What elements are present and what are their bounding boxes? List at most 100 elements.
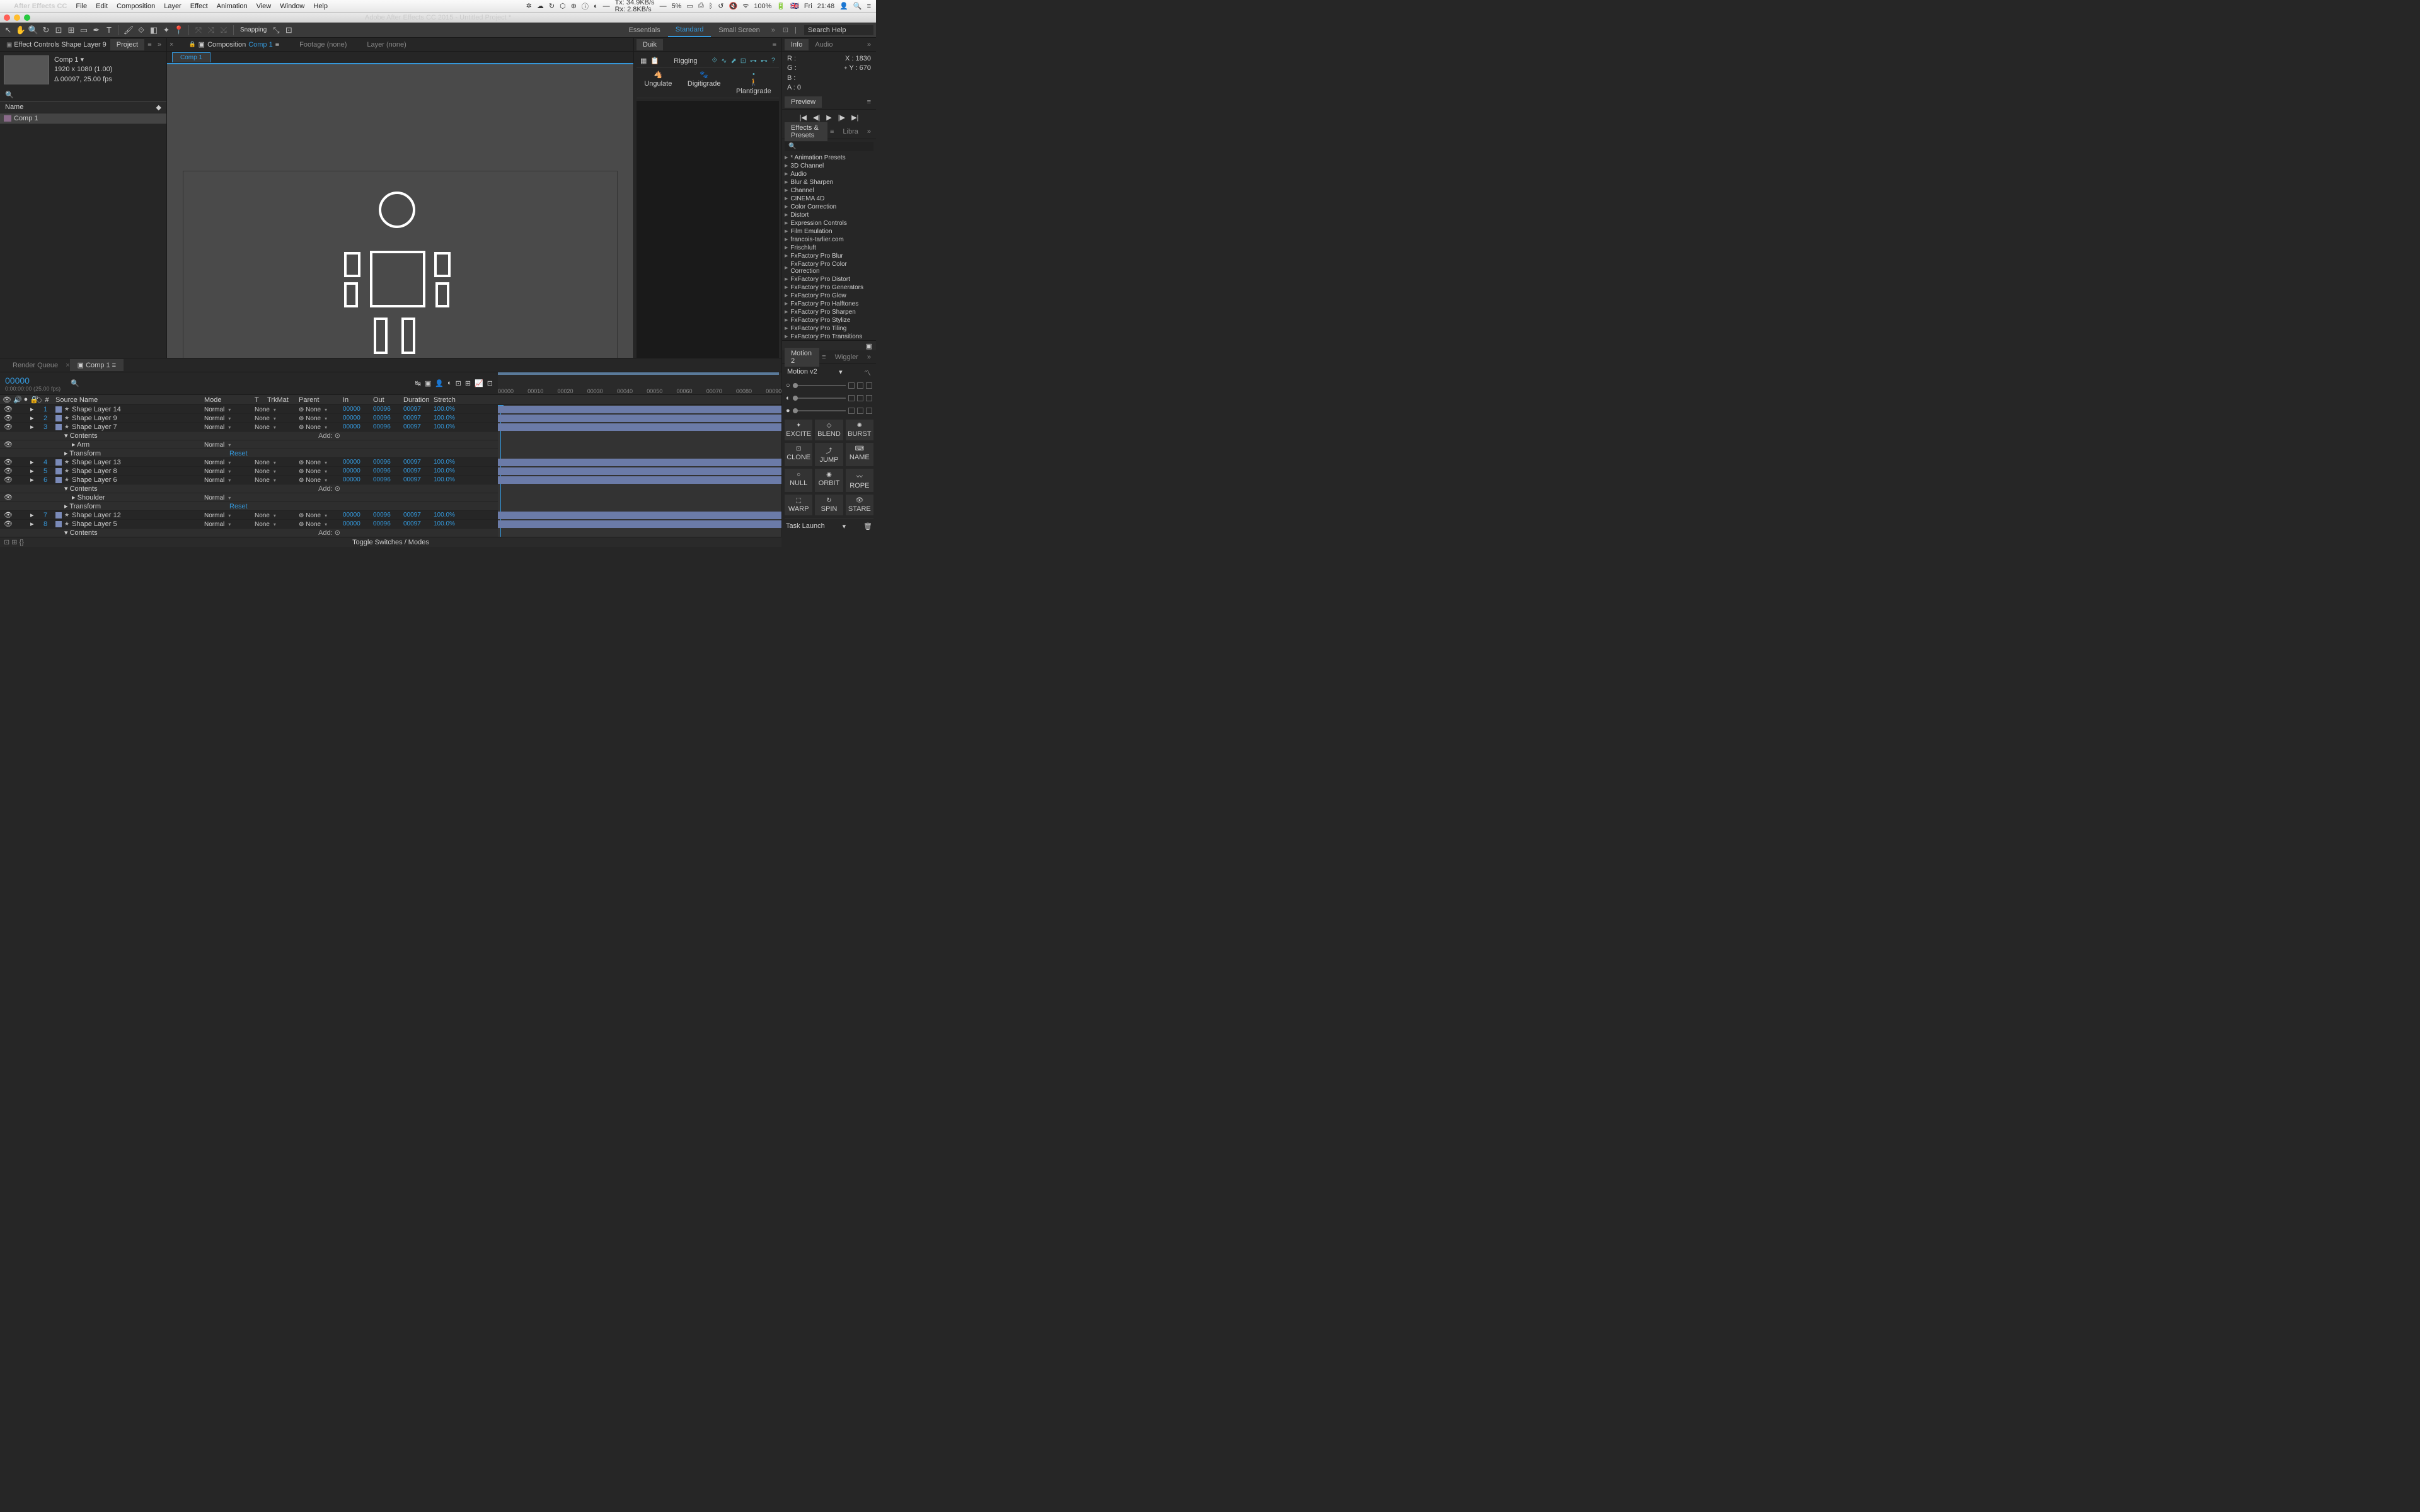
- rotation-tool-icon[interactable]: ↻: [40, 25, 52, 36]
- duik-tool-icon[interactable]: ⬈: [730, 57, 736, 65]
- panel-menu-icon[interactable]: ≡: [145, 41, 154, 49]
- status-icon[interactable]: —: [603, 3, 610, 10]
- ease-button[interactable]: [848, 408, 855, 414]
- notification-center-icon[interactable]: ≡: [867, 3, 871, 10]
- menu-edit[interactable]: Edit: [96, 3, 108, 10]
- effects-category[interactable]: Distort: [782, 211, 876, 219]
- timeline-track-area[interactable]: [498, 405, 781, 537]
- motion-stare-button[interactable]: 👁STARE: [846, 495, 873, 515]
- effects-category[interactable]: CINEMA 4D: [782, 195, 876, 203]
- workspace-essentials[interactable]: Essentials: [621, 24, 668, 37]
- tab-preview[interactable]: Preview: [785, 96, 822, 108]
- duik-mode[interactable]: Rigging: [674, 57, 697, 65]
- battery-icon[interactable]: 🔋: [776, 2, 785, 10]
- effects-category[interactable]: Channel: [782, 186, 876, 195]
- duik-type-plantigrade[interactable]: • 🚶Plantigrade: [736, 71, 771, 95]
- duik-type-digitigrade[interactable]: 🐾Digitigrade: [688, 71, 721, 95]
- panel-overflow-icon[interactable]: ×: [170, 41, 173, 49]
- duik-tool-icon[interactable]: ⟐: [712, 57, 718, 65]
- effects-category[interactable]: FxFactory Pro Distort: [782, 275, 876, 284]
- effects-category[interactable]: FxFactory Pro Sharpen: [782, 308, 876, 316]
- axis-tool-icon[interactable]: ⤧: [193, 25, 204, 36]
- layer-duration-bar[interactable]: [498, 406, 781, 413]
- comp-thumbnail[interactable]: [4, 55, 49, 84]
- effects-category[interactable]: Frischluft: [782, 244, 876, 252]
- motion-name-button[interactable]: ⌨NAME: [846, 443, 873, 466]
- motion-rope-button[interactable]: 〰ROPE: [846, 469, 873, 492]
- tl-shy-icon[interactable]: 👤: [435, 379, 444, 387]
- effects-category[interactable]: francois-tarlier.com: [782, 236, 876, 244]
- workspace-settings-icon[interactable]: ⊡: [779, 26, 792, 34]
- motion-jump-button[interactable]: ⤴JUMP: [815, 443, 843, 466]
- tab-info[interactable]: Info: [785, 39, 809, 50]
- duik-nav-icon[interactable]: 📋: [650, 57, 659, 65]
- minimize-window-button[interactable]: [14, 14, 20, 21]
- comp-subtab[interactable]: Comp 1: [172, 52, 210, 62]
- col-parent[interactable]: Parent: [299, 396, 343, 404]
- snapping-label[interactable]: Snapping: [238, 26, 269, 33]
- ease-button[interactable]: [866, 395, 872, 401]
- tab-effect-controls[interactable]: ▣ Effect Controls Shape Layer 9: [3, 39, 110, 50]
- col-duration[interactable]: Duration: [403, 396, 434, 404]
- app-name[interactable]: After Effects CC: [14, 3, 67, 10]
- effects-search-input[interactable]: 🔍: [785, 142, 873, 151]
- tl-toggle-icon[interactable]: ◐: [447, 379, 452, 387]
- first-frame-icon[interactable]: |◀: [800, 113, 807, 122]
- effects-category[interactable]: Expression Controls: [782, 219, 876, 227]
- layer-property-row[interactable]: 👁▸ ShoulderNormal: [0, 493, 498, 502]
- tl-toggle-icon[interactable]: ▣: [425, 379, 431, 387]
- motion-excite-button[interactable]: ✦EXCITE: [785, 420, 812, 440]
- effects-category[interactable]: FxFactory Pro Transitions: [782, 333, 876, 340]
- workspace-overflow-icon[interactable]: »: [768, 26, 779, 34]
- effects-category[interactable]: Audio: [782, 170, 876, 178]
- eraser-tool-icon[interactable]: ◧: [148, 25, 159, 36]
- figure-leg-upper-left[interactable]: [374, 318, 388, 354]
- status-icon[interactable]: ▭: [686, 2, 693, 10]
- layer-duration-bar[interactable]: [498, 476, 781, 484]
- layer-row[interactable]: 👁▸7★Shape Layer 12NormalNone⊚ None000000…: [0, 511, 498, 520]
- layer-property-row[interactable]: 👁▸ ArmNormal: [0, 440, 498, 449]
- menu-help[interactable]: Help: [313, 3, 328, 10]
- col-t[interactable]: T: [255, 396, 267, 404]
- tl-graph-icon[interactable]: 📈: [475, 379, 483, 387]
- menu-file[interactable]: File: [76, 3, 87, 10]
- effects-category[interactable]: Blur & Sharpen: [782, 178, 876, 186]
- motion-slider[interactable]: ◐: [785, 392, 873, 404]
- figure-torso[interactable]: [370, 251, 425, 307]
- volume-icon[interactable]: 🔇: [729, 2, 738, 10]
- ease-button[interactable]: [848, 395, 855, 401]
- status-icon[interactable]: ◐: [594, 3, 598, 10]
- menu-animation[interactable]: Animation: [217, 3, 248, 10]
- layer-duration-bar[interactable]: [498, 520, 781, 528]
- effects-category[interactable]: FxFactory Pro Stylize: [782, 316, 876, 324]
- layer-row[interactable]: 👁▸3★Shape Layer 7NormalNone⊚ None0000000…: [0, 423, 498, 432]
- status-icon[interactable]: ☁: [537, 2, 544, 10]
- tab-composition[interactable]: 🔒 ▣ Composition Comp 1 ≡: [183, 38, 284, 50]
- layer-duration-bar[interactable]: [498, 512, 781, 519]
- comp-name-dropdown[interactable]: Comp 1 ▾: [54, 55, 112, 65]
- status-icon[interactable]: ↻: [549, 2, 555, 10]
- layer-duration-bar[interactable]: [498, 423, 781, 431]
- figure-arm-lower-right[interactable]: [435, 282, 449, 307]
- motion-orbit-button[interactable]: ◉ORBIT: [815, 469, 843, 492]
- status-icon[interactable]: —: [660, 3, 667, 10]
- menu-effect[interactable]: Effect: [190, 3, 208, 10]
- layer-row[interactable]: 👁▸5★Shape Layer 8NormalNone⊚ None0000000…: [0, 467, 498, 476]
- dropdown-icon[interactable]: ▾: [843, 522, 846, 530]
- camera-tool-icon[interactable]: ⊡: [53, 25, 64, 36]
- tab-project[interactable]: Project: [110, 39, 144, 50]
- work-area-bar[interactable]: [498, 372, 779, 375]
- motion-clone-button[interactable]: ⊡CLONE: [785, 443, 812, 466]
- effects-category[interactable]: FxFactory Pro Halftones: [782, 300, 876, 308]
- duik-help-icon[interactable]: ?: [771, 57, 775, 65]
- menu-layer[interactable]: Layer: [164, 3, 182, 10]
- figure-leg-upper-right[interactable]: [401, 318, 415, 354]
- col-name[interactable]: Name: [5, 103, 23, 112]
- figure-arm-lower-left[interactable]: [344, 282, 358, 307]
- motion-blend-button[interactable]: ◇BLEND: [815, 420, 843, 440]
- effects-category[interactable]: FxFactory Pro Color Correction: [782, 260, 876, 275]
- axis-tool-icon[interactable]: ⤩: [218, 25, 229, 36]
- status-icon[interactable]: ⊕: [571, 2, 577, 10]
- menu-view[interactable]: View: [256, 3, 272, 10]
- layer-duration-bar[interactable]: [498, 459, 781, 466]
